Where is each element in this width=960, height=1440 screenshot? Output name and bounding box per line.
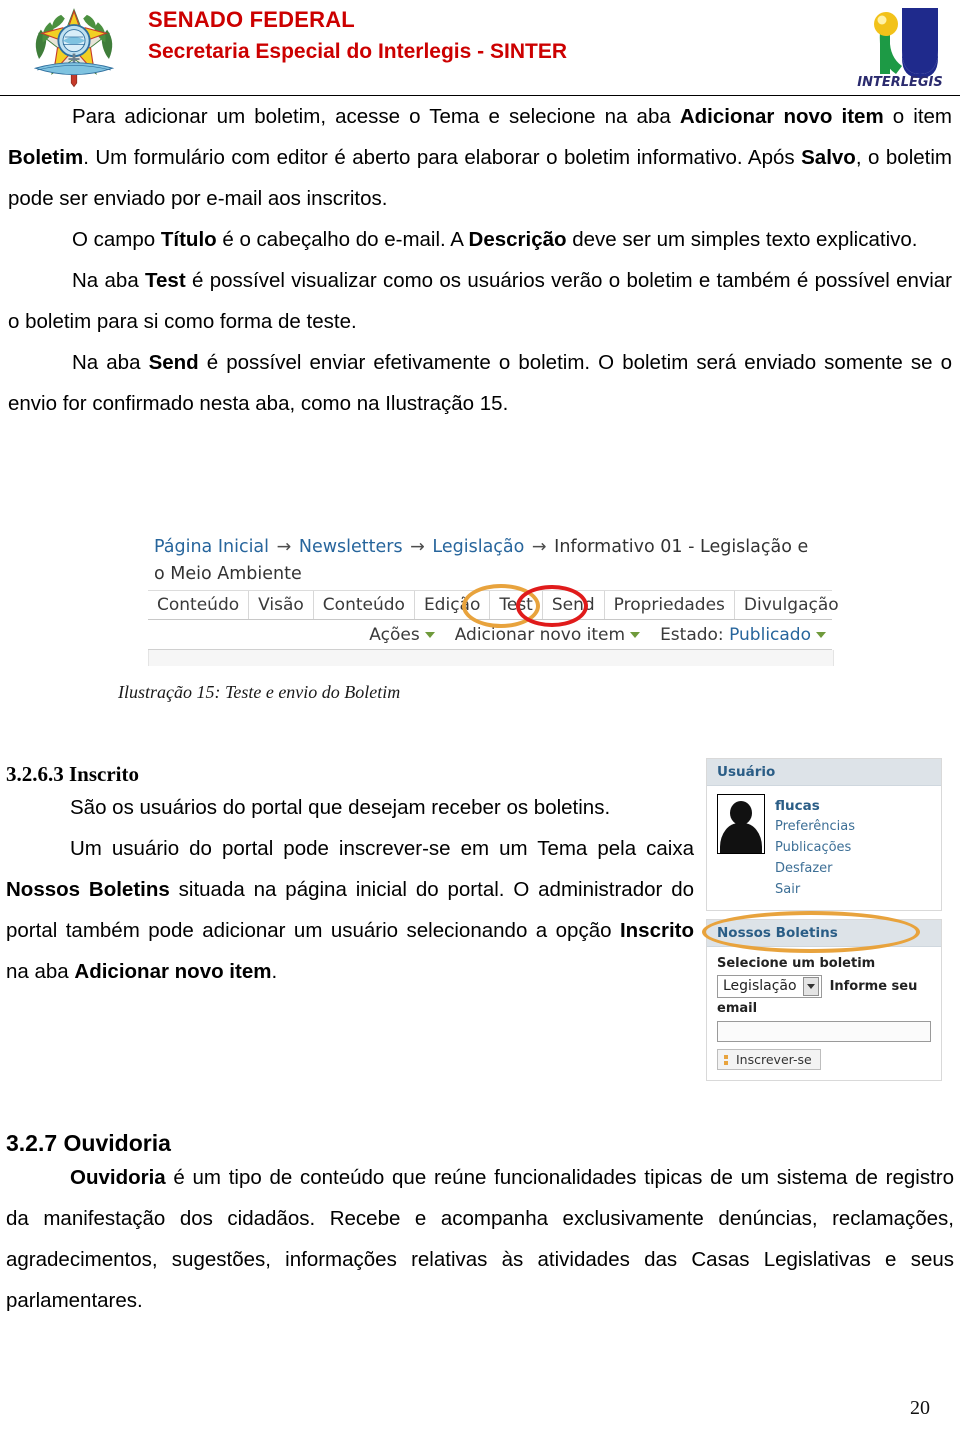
p1-bold-salvo: Salvo xyxy=(801,146,856,169)
page-header: SENADO FEDERAL Secretaria Especial do In… xyxy=(0,0,960,96)
arrow-bullet-icon xyxy=(722,1054,732,1065)
breadcrumb-arrow-2: → xyxy=(410,537,425,557)
portlets-screenshot: Usuário flucas Preferências Publicações … xyxy=(702,758,942,1081)
p2-text-a: O campo xyxy=(72,228,161,251)
p2-text-b: é o cabeçalho do e-mail. A xyxy=(216,228,469,251)
org-subtitle: Secretaria Especial do Interlegis - SINT… xyxy=(148,40,567,63)
paragraph-2: O campo Título é o cabeçalho do e-mail. … xyxy=(2,219,958,260)
action-estado[interactable]: Estado: Publicado xyxy=(660,625,826,645)
p2-text-c: deve ser um simples texto explicativo. xyxy=(566,228,918,251)
breadcrumb-item-legislacao[interactable]: Legislação xyxy=(432,537,524,557)
user-link-publicacoes[interactable]: Publicações xyxy=(775,837,855,858)
tab-conteudo-2[interactable]: Conteúdo xyxy=(312,591,414,619)
ouvidoria-paragraph-1: Ouvidoria é um tipo de conteúdo que reún… xyxy=(0,1157,960,1321)
user-link-desfazer[interactable]: Desfazer xyxy=(775,858,855,879)
chevron-down-icon xyxy=(630,631,641,638)
paragraph-4: Na aba Send é possível enviar efetivamen… xyxy=(2,342,958,424)
p1-text-a: Para adicionar um boletim, acesse o Tema… xyxy=(72,105,680,128)
tab-conteudo-1[interactable]: Conteúdo xyxy=(148,591,248,619)
screenshot-content-area xyxy=(148,650,834,666)
heading-ouvidoria: 3.2.7 Ouvidoria xyxy=(6,1130,171,1156)
p3-text-a: Na aba xyxy=(72,269,146,292)
section-ouvidoria: 3.2.7 Ouvidoria Ouvidoria é um tipo de c… xyxy=(0,1130,960,1321)
inscrito-p2-bold-adicionar-novo-item: Adicionar novo item xyxy=(74,960,272,983)
portlet-nossos-boletins-body: Selecione um boletim Legislação Informe … xyxy=(707,947,941,1080)
action-acoes[interactable]: Ações xyxy=(369,624,435,645)
paragraph-3: Na aba Test é possível visualizar como o… xyxy=(2,260,958,342)
breadcrumb-item-pagina-inicial[interactable]: Página Inicial xyxy=(154,537,269,557)
paragraph-1: Para adicionar um boletim, acesse o Tema… xyxy=(2,96,958,219)
figure-ilustracao-15: Página Inicial → Newsletters → Legislaçã… xyxy=(140,528,840,668)
paragraph-group-top: Para adicionar um boletim, acesse o Tema… xyxy=(0,96,960,424)
user-links: flucas Preferências Publicações Desfazer… xyxy=(775,794,855,900)
chevron-down-icon xyxy=(424,631,435,638)
portlet-usuario: Usuário flucas Preferências Publicações … xyxy=(706,758,942,911)
ouvidoria-bold-ouvidoria: Ouvidoria xyxy=(70,1166,166,1189)
chevron-down-icon xyxy=(816,631,826,638)
inscrito-p2-bold-inscrito: Inscrito xyxy=(619,919,694,942)
boletim-select-value: Legislação xyxy=(723,978,797,994)
section-inscrito-text: São os usuários do portal que desejam re… xyxy=(0,787,700,992)
document-body: Para adicionar um boletim, acesse o Tema… xyxy=(0,96,960,424)
interlegis-logo-icon: INTERLEGIS xyxy=(852,4,948,90)
portlet-usuario-body: flucas Preferências Publicações Desfazer… xyxy=(707,786,941,910)
annotation-ellipse-send xyxy=(516,585,588,627)
interlegis-wordmark: INTERLEGIS xyxy=(857,75,943,90)
p1-text-c: . Um formulário com editor é aberto para… xyxy=(83,146,802,169)
subscribe-button-label: Inscrever-se xyxy=(736,1052,812,1067)
breadcrumb-arrow-3: → xyxy=(531,537,547,557)
action-acoes-label: Ações xyxy=(369,624,420,645)
portlet-usuario-title: Usuário xyxy=(707,759,941,786)
p2-bold-titulo: Título xyxy=(160,228,217,251)
brazil-coat-of-arms-icon xyxy=(28,2,120,94)
p1-text-b: o item xyxy=(883,105,952,128)
inscrito-paragraph-2: Um usuário do portal pode inscrever-se e… xyxy=(0,828,700,992)
p4-text-a: Na aba xyxy=(72,351,149,374)
p2-bold-descricao: Descrição xyxy=(468,228,567,251)
inscrito-p2-text-a: Um usuário do portal pode inscrever-se e… xyxy=(70,837,694,860)
inscrito-p2-text-d: . xyxy=(271,960,278,983)
email-label-part-1: Informe seu xyxy=(829,979,918,994)
tab-divulgacao[interactable]: Divulgação xyxy=(733,591,848,619)
boletim-select[interactable]: Legislação xyxy=(717,975,822,998)
page-number: 20 xyxy=(910,1397,930,1419)
action-estado-value: Publicado xyxy=(729,624,811,645)
plone-screenshot: Página Inicial → Newsletters → Legislaçã… xyxy=(140,528,840,668)
action-estado-label: Estado: xyxy=(660,624,724,645)
figure-caption: Ilustração 15: Teste e envio do Boletim xyxy=(118,682,401,702)
user-link-sair[interactable]: Sair xyxy=(775,879,855,900)
chevron-down-icon xyxy=(802,977,819,996)
inscrito-p2-bold-nossos-boletins: Nossos Boletins xyxy=(6,878,170,901)
select-boletim-label: Selecione um boletim xyxy=(717,956,876,971)
action-adicionar-label: Adicionar novo item xyxy=(454,624,626,645)
portlet-nossos-boletins-wrap: Nossos Boletins Selecione um boletim Leg… xyxy=(702,911,942,1081)
action-adicionar-novo-item[interactable]: Adicionar novo item xyxy=(454,624,641,645)
user-link-preferencias[interactable]: Preferências xyxy=(775,816,855,837)
p3-bold-test: Test xyxy=(145,269,186,292)
inscrito-paragraph-1: São os usuários do portal que desejam re… xyxy=(70,796,611,819)
user-silhouette-icon xyxy=(717,794,765,854)
email-input[interactable] xyxy=(717,1021,931,1042)
breadcrumb-item-newsletters[interactable]: Newsletters xyxy=(299,537,403,557)
annotation-ellipse-nossos-boletins xyxy=(702,911,920,953)
username-label[interactable]: flucas xyxy=(775,796,855,816)
email-label-part-2: email xyxy=(717,1001,758,1016)
breadcrumb: Página Inicial → Newsletters → Legislaçã… xyxy=(154,534,814,588)
p1-bold-boletim: Boletim xyxy=(8,146,84,169)
breadcrumb-arrow-1: → xyxy=(276,537,292,557)
org-name: SENADO FEDERAL xyxy=(148,7,355,32)
tab-propriedades[interactable]: Propriedades xyxy=(603,591,734,619)
p4-bold-send: Send xyxy=(148,351,199,374)
p1-bold-adicionar-novo-item: Adicionar novo item xyxy=(679,105,884,128)
tab-visao[interactable]: Visão xyxy=(248,591,313,619)
header-titles: SENADO FEDERAL Secretaria Especial do In… xyxy=(148,6,788,66)
subscribe-button[interactable]: Inscrever-se xyxy=(717,1049,821,1070)
inscrito-p2-text-c: na aba xyxy=(6,960,75,983)
